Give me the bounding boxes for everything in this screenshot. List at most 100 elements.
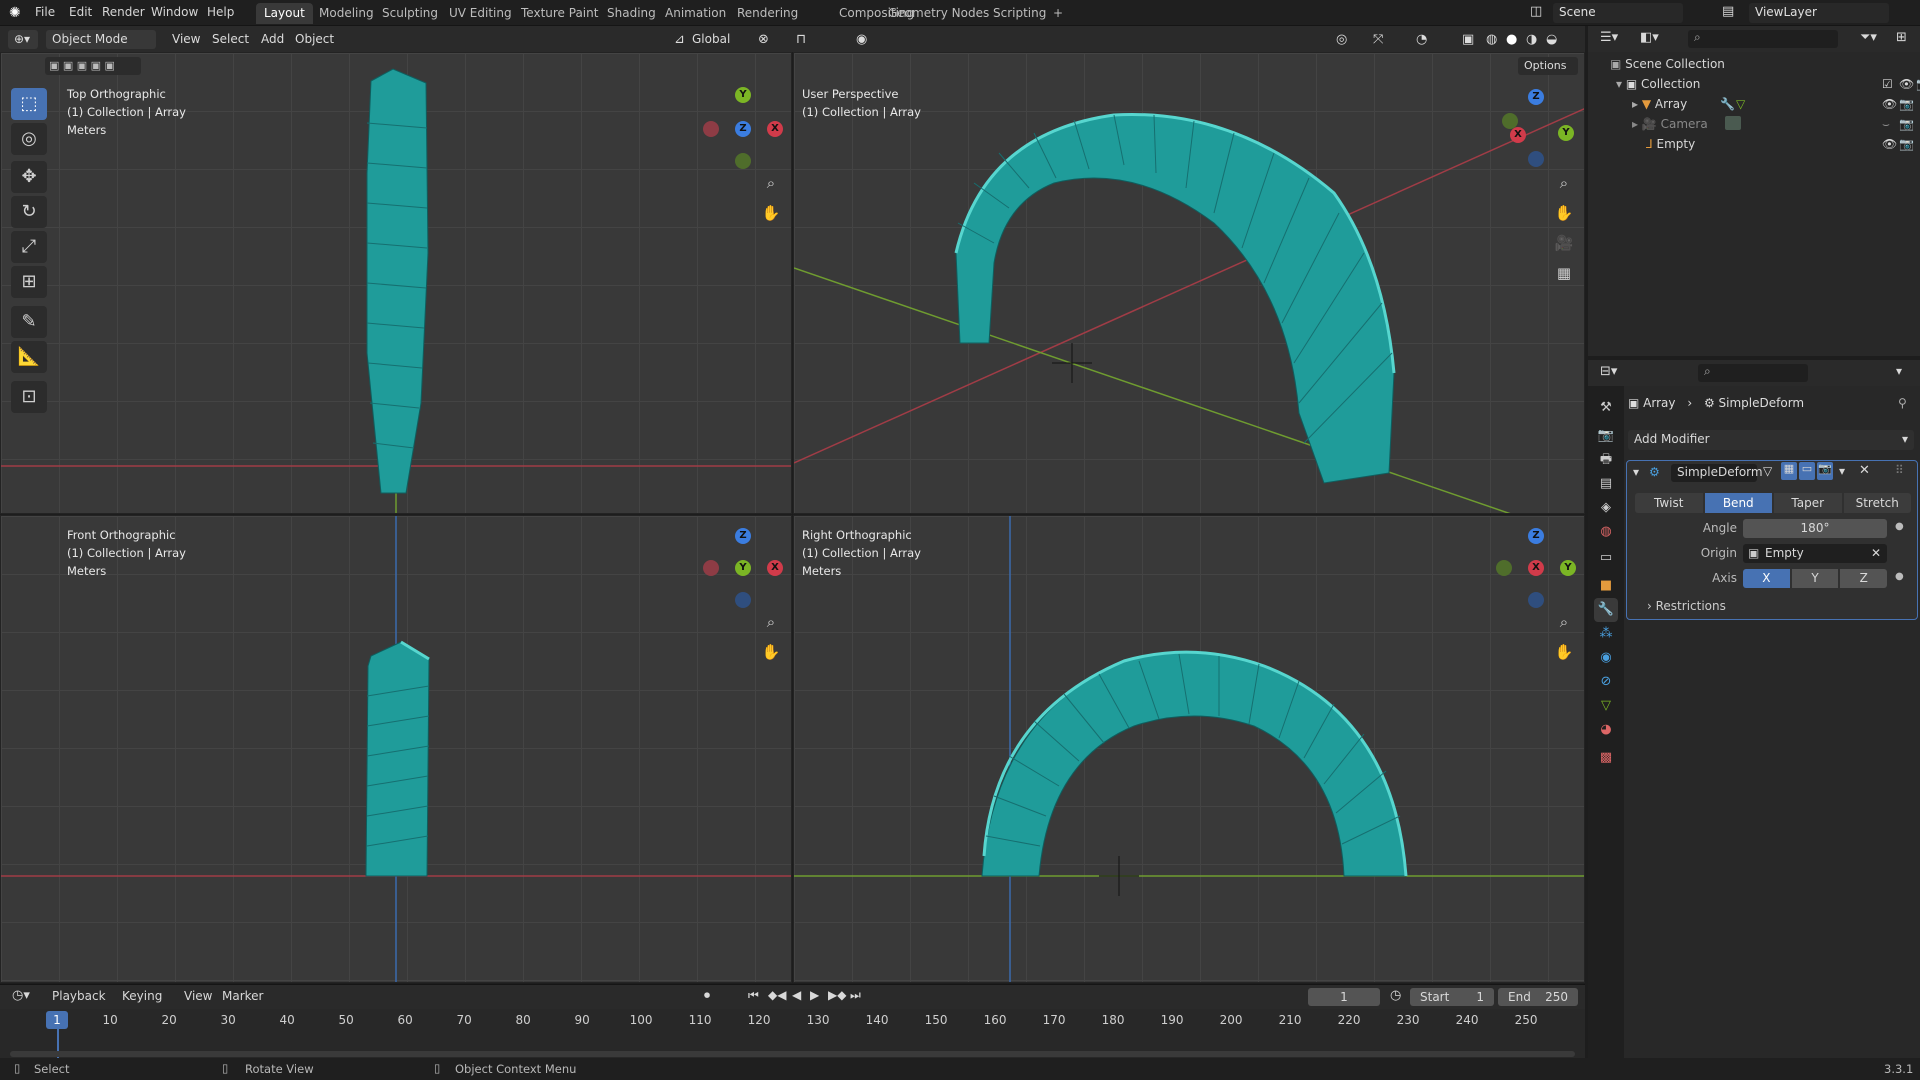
visibility-eye-icon[interactable]: 👁 (1882, 134, 1897, 154)
timeline-scrollbar[interactable] (10, 1051, 1575, 1057)
gizmo-x-axis[interactable]: X (767, 560, 783, 576)
gizmo-z-axis[interactable]: Z (1528, 528, 1544, 544)
gizmo-y-axis[interactable]: Y (1560, 560, 1576, 576)
tab-scripting[interactable]: Scripting (985, 3, 1054, 24)
object-tab-icon[interactable]: ■ (1594, 574, 1618, 598)
physics-tab-icon[interactable]: ◉ (1594, 646, 1618, 670)
hidden-eye-icon[interactable]: ⌣ (1882, 114, 1890, 134)
options-dropdown[interactable]: Options (1518, 57, 1578, 75)
editor-type-icon[interactable]: ⊕▾ (8, 30, 38, 49)
modifier-wrench-icon[interactable]: 🔧 (1720, 94, 1735, 114)
tab-shading[interactable]: Shading (599, 3, 664, 24)
view-layer-field[interactable]: ViewLayer (1749, 3, 1889, 23)
render-camera-icon[interactable]: 📷 (1899, 134, 1914, 154)
properties-search-input[interactable]: ⌕ (1698, 364, 1808, 382)
menu-help[interactable]: Help (207, 5, 234, 19)
axis-x-button[interactable]: X (1743, 569, 1790, 588)
scene-tab-icon[interactable]: ◈ (1594, 496, 1618, 520)
measure-tool-icon[interactable]: 📐 (11, 341, 47, 373)
tab-layout[interactable]: Layout (256, 3, 313, 24)
overlays-icon[interactable]: ◔ (1410, 30, 1433, 49)
gizmo-neg-x-axis[interactable] (703, 121, 719, 137)
clear-field-icon[interactable]: ✕ (1871, 544, 1881, 563)
material-tab-icon[interactable]: ◕ (1594, 718, 1618, 742)
viewport-front-orthographic[interactable]: Front Orthographic (1) Collection | Arra… (0, 515, 792, 983)
tool-tab-icon[interactable]: ⚒ (1594, 396, 1618, 420)
tab-modeling[interactable]: Modeling (311, 3, 382, 24)
expand-arrow-icon[interactable]: ▾ (1616, 77, 1626, 91)
xray-icon[interactable]: ▣ (1456, 30, 1480, 49)
tab-animation[interactable]: Animation (657, 3, 734, 24)
tab-uv-editing[interactable]: UV Editing (441, 3, 520, 24)
menu-file[interactable]: File (35, 5, 55, 19)
move-tool-icon[interactable]: ✥ (11, 161, 47, 193)
axis-y-button[interactable]: Y (1791, 569, 1839, 588)
outliner-item-camera[interactable]: ▸ 🎥 Camera ⌣ 📷 (1632, 114, 1916, 134)
pin-icon[interactable]: ⚲ (1898, 396, 1907, 410)
zoom-icon[interactable]: ⌕ (758, 609, 784, 635)
outliner-item-empty[interactable]: ⅃ Empty 👁 📷 (1646, 134, 1916, 154)
menu-select[interactable]: Select (206, 30, 255, 49)
mesh-data-icon[interactable]: ▽ (1736, 94, 1745, 114)
rotate-tool-icon[interactable]: ↻ (11, 196, 47, 228)
menu-view[interactable]: View (166, 30, 206, 49)
filter-icon[interactable]: ⏷▾ (1860, 30, 1877, 45)
world-tab-icon[interactable]: ◍ (1594, 520, 1618, 544)
object-mode-dropdown[interactable]: Object Mode (46, 30, 156, 49)
render-camera-icon[interactable]: 📷 (1899, 94, 1914, 114)
drag-handle-icon[interactable]: ⠿ (1895, 463, 1904, 477)
collapse-arrow-icon[interactable]: ▾ (1633, 465, 1639, 479)
menu-render[interactable]: Render (102, 5, 145, 19)
blender-logo-icon[interactable]: ✺ (9, 5, 21, 21)
view-layer-icon[interactable]: ▤ (1722, 4, 1734, 19)
cage-toggle-icon[interactable]: ▦ (1781, 462, 1797, 480)
scale-tool-icon[interactable]: ⤢ (11, 231, 47, 263)
proportional-edit-icon[interactable]: ◉ (850, 30, 873, 49)
playhead[interactable]: 1 (46, 1011, 68, 1029)
zoom-icon[interactable]: ⌕ (1551, 170, 1577, 196)
cursor-tool-icon[interactable]: ◎ (11, 123, 47, 155)
collection-checkbox[interactable]: ☑ (1882, 74, 1893, 94)
viewport-top-orthographic[interactable]: Top Orthographic (1) Collection | Array … (0, 52, 792, 514)
properties-editor-icon[interactable]: ⊟▾ (1600, 364, 1617, 379)
keyframe-dot-icon[interactable]: ● (1895, 521, 1904, 532)
close-icon[interactable]: ✕ (1859, 463, 1870, 478)
gizmo-y-axis[interactable]: Y (1558, 125, 1574, 141)
tab-rendering[interactable]: Rendering (729, 3, 806, 24)
chevron-down-icon[interactable]: ▾ (1839, 464, 1845, 478)
collection-tab-icon[interactable]: ▭ (1594, 546, 1618, 570)
keyframe-dot-icon[interactable]: ● (1895, 571, 1904, 582)
tab-texture-paint[interactable]: Texture Paint (513, 3, 606, 24)
gizmo-y-axis[interactable]: Y (735, 87, 751, 103)
transform-tool-icon[interactable]: ⊞ (11, 266, 47, 298)
gizmo-neg-x-axis[interactable] (703, 560, 719, 576)
add-cube-tool-icon[interactable]: ⊡ (11, 381, 47, 413)
mode-taper-button[interactable]: Taper (1774, 493, 1842, 513)
chevron-down-icon[interactable]: ▾ (1896, 364, 1902, 378)
data-tab-icon[interactable]: ▽ (1594, 694, 1618, 718)
pivot-icon[interactable]: ⊗ (752, 30, 775, 49)
outliner-editor-icon[interactable]: ☰▾ (1600, 30, 1618, 45)
axis-z-button[interactable]: Z (1840, 569, 1888, 588)
outliner-search-input[interactable]: ⌕ (1688, 30, 1838, 48)
zoom-icon[interactable]: ⌕ (758, 170, 784, 196)
annotate-tool-icon[interactable]: ✎ (11, 306, 47, 338)
modifier-tab-icon[interactable]: 🔧 (1594, 598, 1618, 622)
visibility-icon[interactable]: ◎ (1330, 30, 1353, 49)
pan-hand-icon[interactable]: ✋ (758, 639, 784, 665)
gizmo-neg-y-axis[interactable] (1502, 113, 1518, 129)
constraints-tab-icon[interactable]: ⊘ (1594, 670, 1618, 694)
visibility-eye-icon[interactable]: 👁 (1882, 94, 1897, 114)
gizmo-z-axis[interactable]: Z (1528, 89, 1544, 105)
render-tab-icon[interactable]: 📷 (1594, 424, 1618, 448)
orientation-dropdown[interactable]: Global (686, 30, 736, 49)
add-modifier-button[interactable]: Add Modifier ▾ (1628, 430, 1914, 450)
pan-hand-icon[interactable]: ✋ (1551, 200, 1577, 226)
outliner-item-array[interactable]: ▸ ▼ Array 🔧 ▽ 👁 📷 (1632, 94, 1916, 114)
gizmo-z-axis[interactable]: Z (735, 528, 751, 544)
viewport-toggle-icon[interactable]: ▭ (1799, 462, 1815, 480)
timeline-ruler[interactable]: 10 20 30 40 50 60 70 80 90 100 110 120 130 140 150 160 1… (0, 985, 1585, 1059)
rendered-shading-icon[interactable]: ◒ (1540, 30, 1563, 49)
origin-object-field[interactable]: ▣ Empty ✕ (1743, 544, 1887, 563)
add-workspace-button[interactable]: + (1045, 3, 1071, 24)
